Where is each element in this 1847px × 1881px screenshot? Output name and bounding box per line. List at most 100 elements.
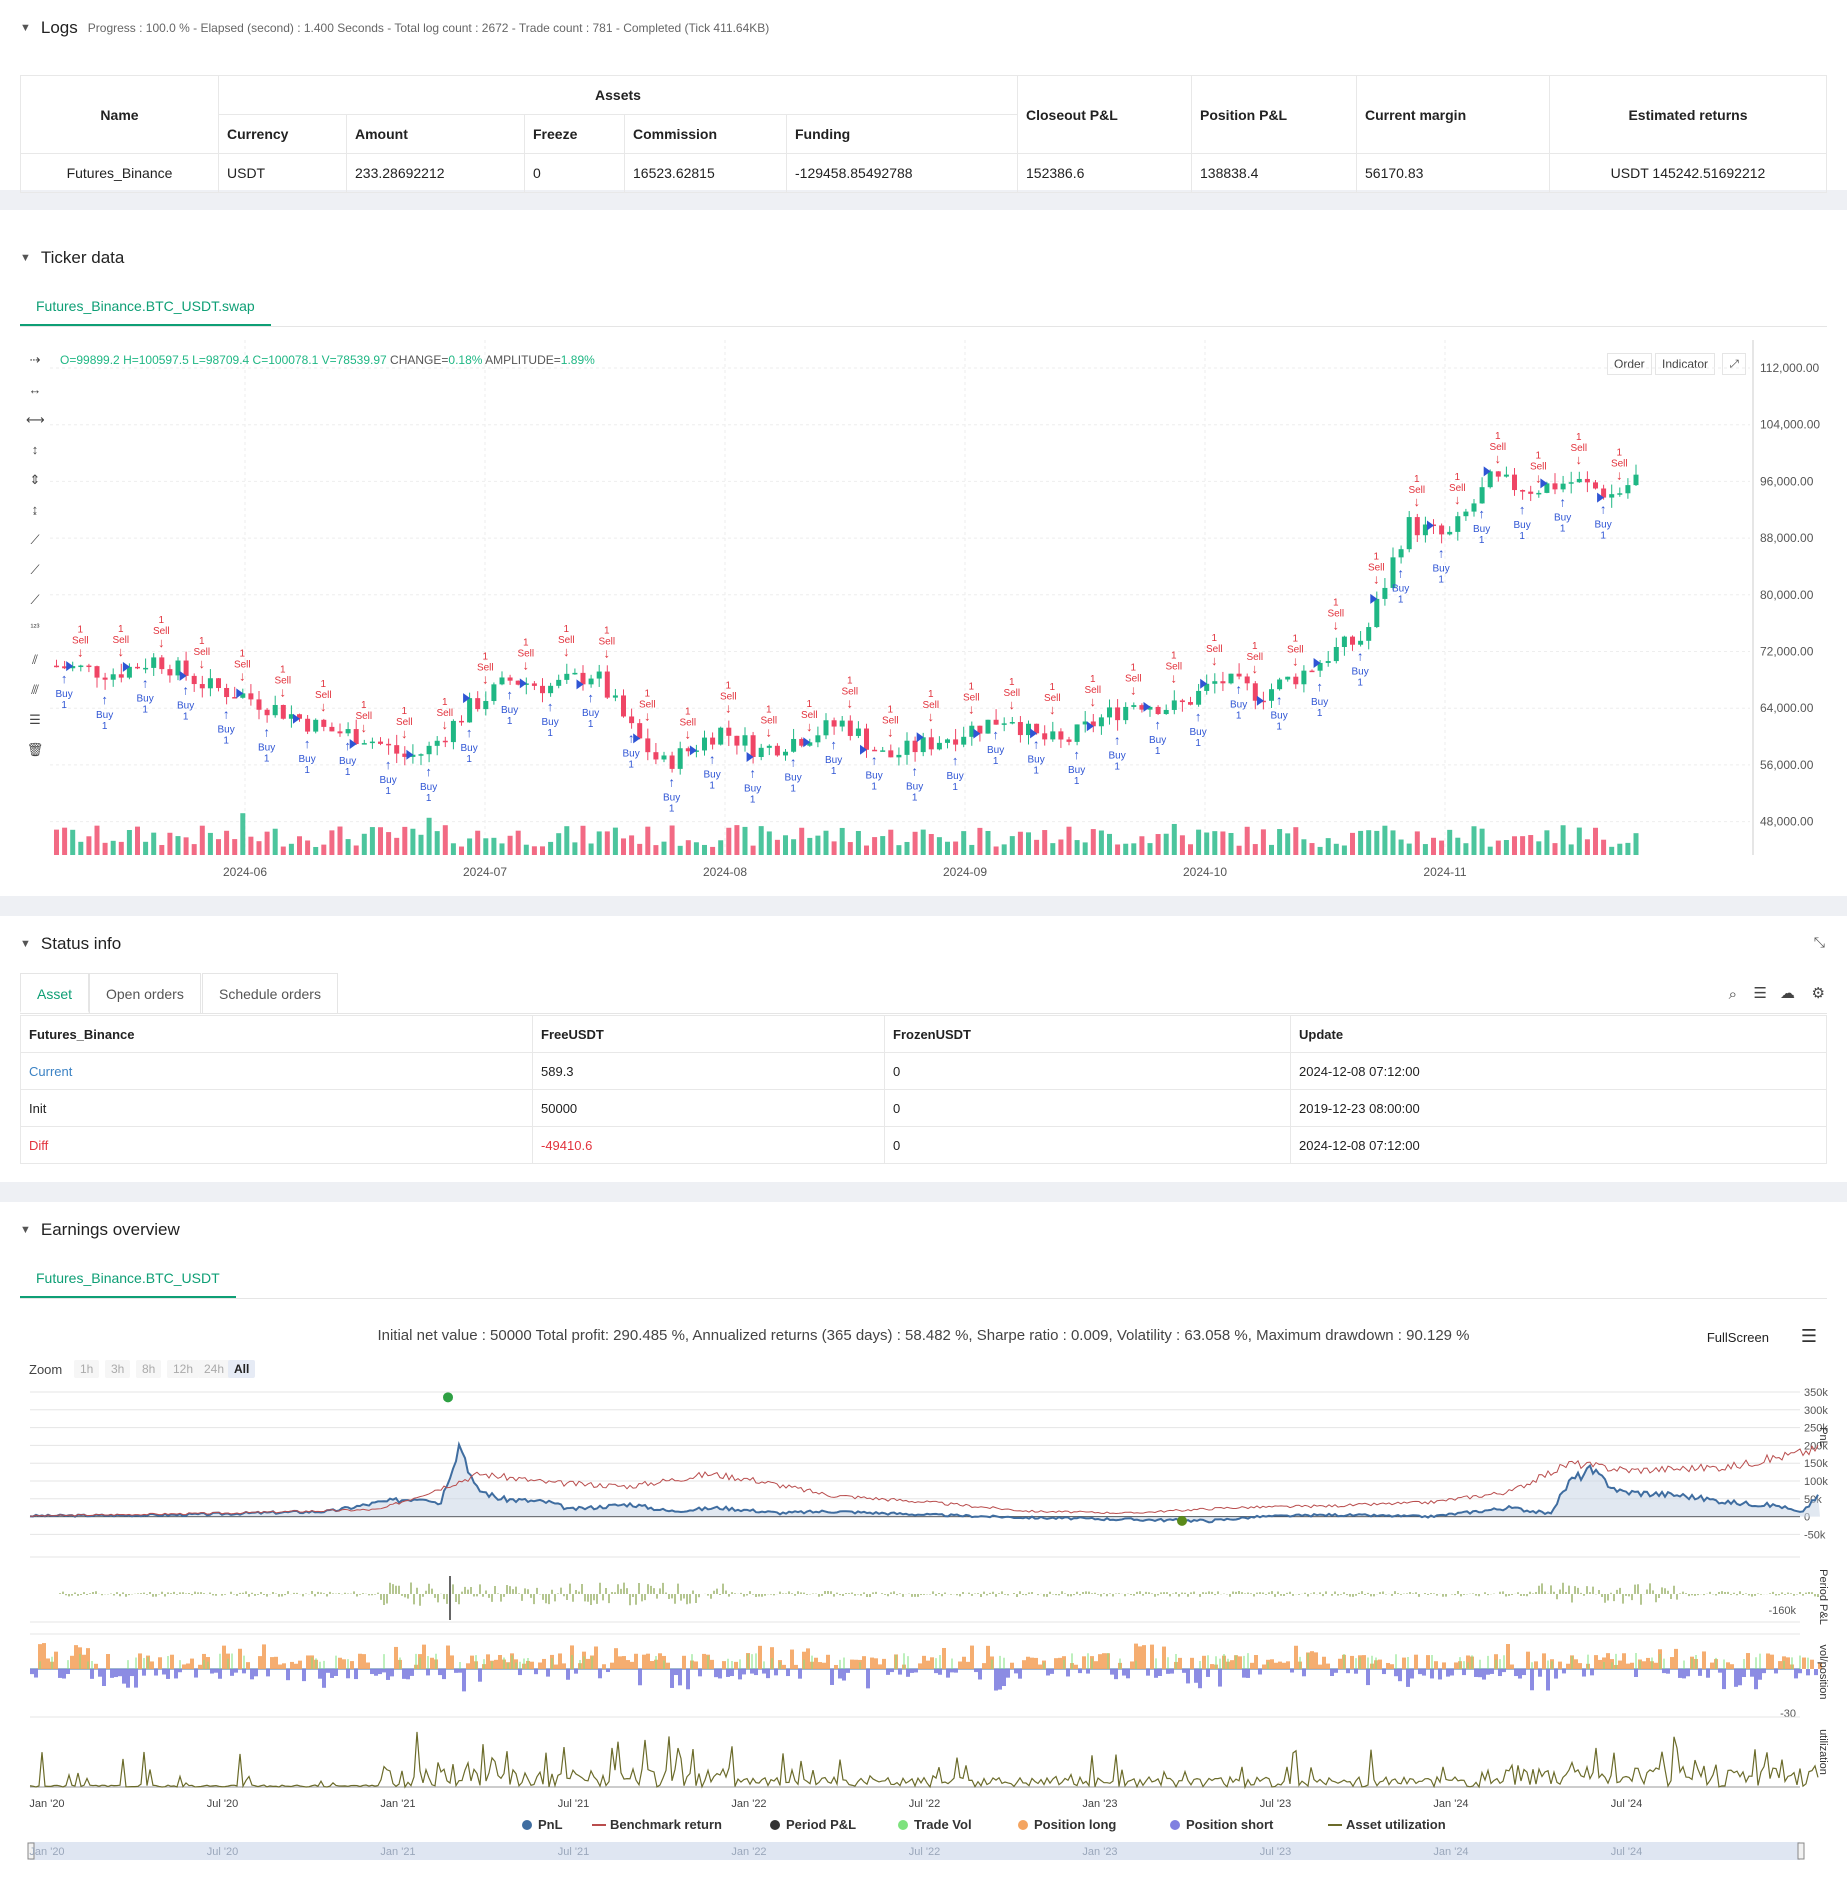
volume-bar [1463,843,1469,855]
logs-header[interactable]: ▼ Logs Progress : 100.0 % - Elapsed (sec… [20,18,769,38]
horizontal-line-icon[interactable]: ↔ [26,382,44,400]
zoom-all[interactable]: All [228,1360,256,1378]
volume-bar [580,825,586,855]
candle-body [564,673,570,680]
logs-title: Logs [40,18,78,37]
navigator-tick: Jan '22 [731,1846,766,1858]
position-long-bar [1102,1653,1106,1669]
position-short-bar [130,1669,134,1677]
navigator-tick: Jan '23 [1082,1846,1117,1858]
position-long-bar [794,1664,798,1669]
zoom-3h[interactable]: 3h [105,1360,131,1378]
candle-body [1325,661,1331,663]
download-icon[interactable]: ☁ [1780,984,1795,1002]
ray-line-icon[interactable]: ⟋ [26,562,44,580]
sell-qty: 1 [240,649,246,660]
volume-bar [1455,837,1461,855]
volume-bar [1317,846,1323,855]
earnings-header[interactable]: ▼ Earnings overview [20,1220,180,1240]
position-long-bar [1510,1664,1514,1669]
volume-bar [766,831,772,855]
candle-body [1309,670,1315,673]
volume-bar [531,846,537,855]
crosshair-icon[interactable]: ⇢ [26,352,44,370]
horizontal-ray-icon[interactable]: ⟷ [26,412,45,430]
position-long-bar [702,1653,706,1669]
volume-bar [280,846,286,855]
collapse-caret-icon[interactable]: ▼ [20,22,31,34]
buy-label: Buy [541,717,558,728]
position-short-bar [674,1669,678,1676]
position-short-bar [638,1669,642,1686]
trend-line-icon[interactable]: ⟋ [26,532,44,550]
zoom-24h[interactable]: 24h [198,1360,231,1378]
zoom-1h[interactable]: 1h [74,1360,100,1378]
ticker-header[interactable]: ▼ Ticker data [20,248,124,268]
volume-bar [78,841,84,855]
fib-levels-icon[interactable]: ☰ [26,712,44,730]
earnings-chart[interactable]: 350k300k250k200k150k100k50k0-50k-160k-30… [0,1382,1847,1881]
volume-bar [426,817,432,855]
sell-arrow: ↓ [1616,468,1623,483]
fullscreen-icon[interactable]: ⤡ [1814,934,1825,951]
position-short-bar [1562,1669,1566,1674]
volume-bar [1503,840,1509,855]
tab-ticker-symbol[interactable]: Futures_Binance.BTC_USDT.swap [20,286,271,326]
buy-label: Buy [1554,512,1571,523]
sell-qty: 1 [1374,552,1380,563]
vertical-ray-icon[interactable]: ↨ [26,502,44,520]
zoom-8h[interactable]: 8h [136,1360,162,1378]
parallel-channel-icon[interactable]: ⫽ [26,652,44,670]
position-short-bar [786,1669,790,1677]
candle-body [507,677,513,681]
tab-earnings-symbol[interactable]: Futures_Binance.BTC_USDT [20,1258,236,1298]
candle-body [1633,474,1639,486]
sell-arrow: ↓ [1211,653,1218,668]
trash-icon[interactable]: 🗑 [26,742,44,760]
tab-open-orders[interactable]: Open orders [89,973,201,1013]
list-icon[interactable]: ☰ [1754,984,1767,1002]
collapse-caret-icon[interactable]: ▼ [20,938,31,950]
candle-body [1244,676,1250,684]
collapse-caret-icon[interactable]: ▼ [20,252,31,264]
position-short-bar [1334,1669,1338,1673]
vertical-line-icon[interactable]: ↕ [26,442,44,460]
tab-asset[interactable]: Asset [20,973,90,1013]
collapse-caret-icon[interactable]: ▼ [20,1224,31,1236]
fib-channel-icon[interactable]: ⫻ [26,682,44,700]
volume-bar [491,837,497,855]
segment-icon[interactable]: ⟋ [26,592,44,610]
x-tick-label: Jul '21 [558,1798,589,1810]
vertical-segment-icon[interactable]: ⇕ [26,472,44,490]
candle-body [305,718,311,732]
cell-name: Futures_Binance [20,153,219,193]
candlestick-chart[interactable]: 112,000.00 104,000.00 96,000.00 88,000.00 80… [50,340,1840,890]
volume-bar [645,826,651,855]
tab-schedule-orders[interactable]: Schedule orders [202,973,338,1013]
fullscreen-button[interactable]: FullScreen [1707,1330,1769,1345]
buy-label: Buy [501,705,518,716]
price-line-icon[interactable]: ¹²³ [26,622,44,640]
volume-bar [1406,843,1412,855]
position-short-bar [1582,1669,1586,1677]
volume-bar [1301,839,1307,855]
status-header[interactable]: ▼ Status info [20,934,121,954]
candle-body [118,674,124,678]
zoom-12h[interactable]: 12h [167,1360,200,1378]
gear-icon[interactable]: ⚙ [1812,984,1825,1002]
candle-body [361,743,367,745]
position-long-bar [1318,1664,1322,1669]
volume-bar [596,831,602,855]
cell-frozen: 0 [884,1126,1291,1164]
volume-bar [1066,826,1072,855]
search-icon[interactable]: ⌕ [1729,986,1737,1003]
position-short-bar [374,1669,378,1676]
col-assets: Assets [218,75,1018,115]
position-short-bar [326,1669,330,1673]
menu-icon[interactable]: ☰ [1801,1326,1817,1347]
volume-bar [783,835,788,855]
position-long-bar [1230,1660,1234,1669]
position-short-bar [478,1669,482,1682]
candle-body [110,674,116,680]
sell-arrow: ↓ [928,709,935,724]
